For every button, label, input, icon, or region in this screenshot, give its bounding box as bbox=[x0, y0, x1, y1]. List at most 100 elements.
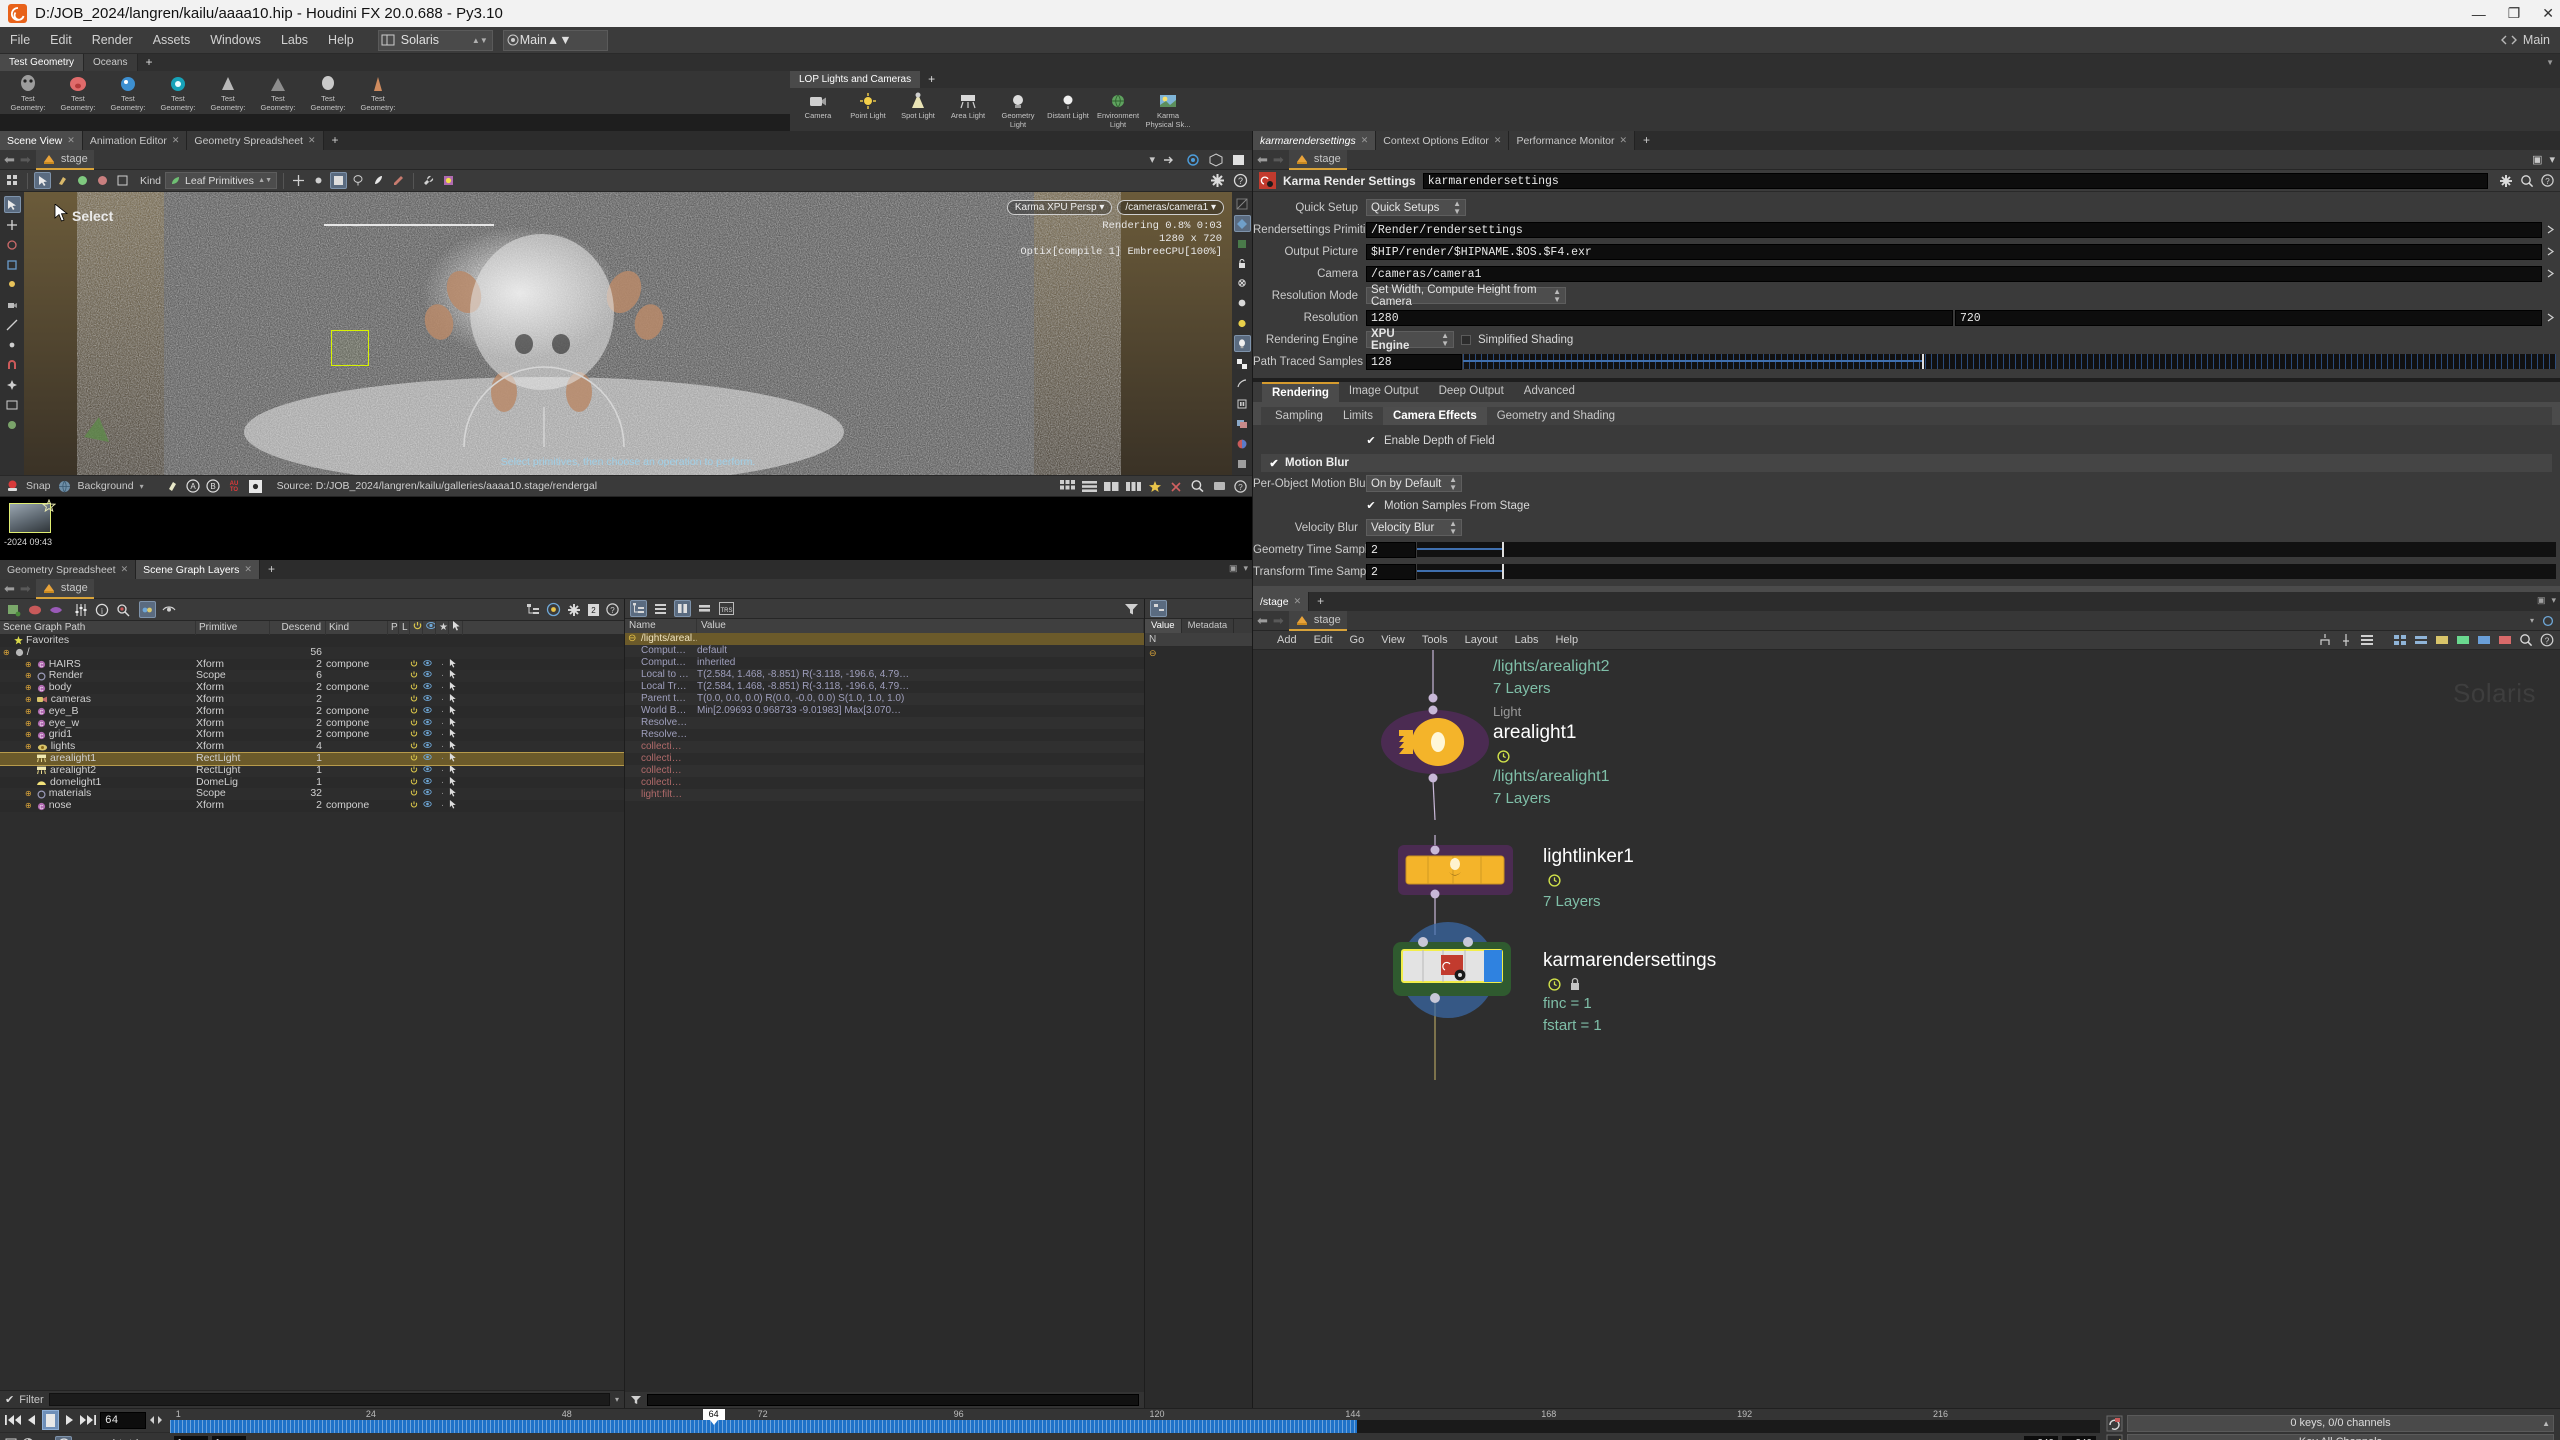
parameter-dropdown[interactable]: Quick Setups ▲ ▼ bbox=[1366, 199, 1466, 216]
props-filter-icon[interactable] bbox=[1124, 602, 1139, 616]
row-select-icon[interactable] bbox=[449, 658, 463, 671]
scene-view-add-tab-button[interactable]: + bbox=[324, 131, 347, 150]
timeline-playhead[interactable]: 64 bbox=[702, 1409, 725, 1425]
scene-graph-filter-input[interactable] bbox=[48, 1393, 610, 1406]
select-mode-icon[interactable] bbox=[34, 172, 51, 189]
tab-geometry-spreadsheet[interactable]: Geometry Spreadsheet ✕ bbox=[187, 131, 324, 150]
range-end-a-input[interactable]: 240 bbox=[2024, 1435, 2058, 1440]
jump-start-icon[interactable] bbox=[4, 1413, 22, 1427]
desktop-selector[interactable]: Main ▲▼ bbox=[502, 29, 608, 51]
net-list-icon[interactable] bbox=[2360, 633, 2374, 647]
pause-render-icon[interactable] bbox=[1234, 395, 1251, 412]
key-mode-dropdown[interactable]: Key All Channels ▲▼ bbox=[2127, 1433, 2554, 1440]
row-star-toggle[interactable]: · bbox=[436, 800, 449, 812]
row-select-icon[interactable] bbox=[449, 776, 463, 789]
meta-tab-value[interactable]: Value bbox=[1145, 619, 1182, 633]
gallery-gear-icon[interactable] bbox=[248, 479, 263, 494]
parameter-input[interactable]: /Render/rendersettings bbox=[1366, 221, 2542, 238]
render-gallery-icon[interactable] bbox=[1234, 415, 1251, 432]
shelf-tool-point-light[interactable]: Point Light bbox=[844, 90, 892, 121]
net-help-icon[interactable]: ? bbox=[2540, 633, 2554, 647]
sg-tree-layout-icon[interactable] bbox=[526, 603, 540, 617]
gallery-settings-icon[interactable] bbox=[1212, 479, 1227, 493]
table-row[interactable]: arealight2 RectLight 1 · bbox=[0, 765, 624, 777]
node-clock-icon-karma[interactable] bbox=[1548, 978, 1561, 991]
parm-help-icon[interactable]: ? bbox=[2541, 174, 2554, 187]
col-value[interactable]: Value bbox=[697, 619, 1144, 633]
props-columns-view-icon[interactable] bbox=[674, 600, 691, 617]
key-refresh-icon[interactable] bbox=[2106, 1415, 2123, 1432]
row-select-icon[interactable] bbox=[449, 788, 463, 800]
menu-help[interactable]: Help bbox=[318, 27, 364, 54]
transform-handle-icon[interactable] bbox=[290, 172, 307, 189]
sg-find-icon[interactable] bbox=[114, 601, 131, 618]
node-name-arealight1[interactable]: arealight1 bbox=[1493, 722, 1576, 744]
parm-pane-menu-icon[interactable]: ▾ bbox=[2549, 153, 2555, 166]
brush-tool-icon[interactable] bbox=[370, 172, 387, 189]
row-visibility-toggle[interactable] bbox=[423, 753, 436, 765]
expand-icon[interactable]: ⊕ bbox=[25, 788, 32, 800]
gallery-compact-icon[interactable] bbox=[1104, 480, 1119, 493]
properties-rows[interactable]: ⊖/lights/areal… Comput… default Comput… inhe… bbox=[625, 633, 1144, 1392]
menu-assets[interactable]: Assets bbox=[143, 27, 201, 54]
parameters-node-name-input[interactable]: karmarendersettings bbox=[1422, 172, 2488, 189]
net-menu-view[interactable]: View bbox=[1373, 631, 1413, 650]
snap-icon[interactable] bbox=[5, 479, 20, 494]
parameter-chevron-icon[interactable] bbox=[2545, 223, 2556, 236]
list-item[interactable]: collecti… bbox=[625, 777, 1144, 789]
row-power-toggle[interactable] bbox=[410, 694, 423, 706]
range-start-input[interactable]: 1 bbox=[174, 1435, 208, 1440]
background-label[interactable]: Background bbox=[78, 480, 134, 492]
shelf-tool-distant-light[interactable]: Distant Light bbox=[1044, 90, 1092, 121]
viewport[interactable]: Select Karma XPU Persp ▾ /cameras/camera… bbox=[0, 192, 1252, 475]
menu-file[interactable]: File bbox=[0, 27, 40, 54]
shelf-tool-rubbertoy[interactable]: Test Geometry: bbox=[4, 73, 52, 112]
table-row[interactable]: ⊕ lights Xform 4 · bbox=[0, 741, 624, 753]
table-row[interactable]: ⊕ Cnose Xform 2 compone · bbox=[0, 800, 624, 812]
expand-icon[interactable]: ⊕ bbox=[25, 800, 32, 812]
network-editor[interactable]: Add Edit Go View Tools Layout Labs Help bbox=[1253, 631, 2560, 1408]
parameter-dropdown[interactable]: Set Width, Compute Height from Camera ▲ ▼ bbox=[1366, 284, 1566, 308]
table-row[interactable]: ⊕ Cgrid1 Xform 2 compone · bbox=[0, 729, 624, 742]
move-tool-icon[interactable] bbox=[4, 216, 21, 233]
shelf-tool-geometry-light[interactable]: Geometry Light bbox=[994, 90, 1042, 129]
parm-stage-breadcrumb[interactable]: stage bbox=[1288, 149, 1347, 170]
forward-arrow-icon[interactable]: ➡ bbox=[20, 152, 31, 168]
row-power-toggle[interactable] bbox=[410, 777, 423, 789]
row-select-icon[interactable] bbox=[449, 682, 463, 694]
row-visibility-toggle[interactable] bbox=[423, 659, 436, 671]
row-visibility-toggle[interactable] bbox=[423, 729, 436, 741]
row-select-icon[interactable] bbox=[449, 753, 463, 765]
col-pointer-icon[interactable] bbox=[449, 620, 463, 635]
parm-forward-arrow-icon[interactable]: ➡ bbox=[1273, 152, 1284, 168]
context-selector[interactable]: Solaris ▲▼ bbox=[377, 29, 493, 51]
close-icon-5[interactable]: ✕ bbox=[244, 564, 252, 575]
net-nav-icon[interactable] bbox=[2541, 615, 2555, 627]
row-star-toggle[interactable]: · bbox=[436, 659, 449, 671]
shelf-tool-environment-light[interactable]: Environment Light bbox=[1094, 90, 1142, 129]
parm-search-icon[interactable] bbox=[2520, 174, 2534, 188]
sg-help-icon[interactable]: ? bbox=[606, 603, 619, 616]
table-row[interactable]: ⊕ Ceye_B Xform 2 compone · bbox=[0, 705, 624, 718]
mb-input[interactable]: 2 bbox=[1366, 563, 1416, 580]
col-kind[interactable]: Kind bbox=[326, 620, 388, 635]
gallery-help-icon[interactable]: ? bbox=[1234, 479, 1247, 493]
row-power-toggle[interactable] bbox=[410, 729, 423, 741]
row-select-icon[interactable] bbox=[449, 670, 463, 682]
net-menu-go[interactable]: Go bbox=[1342, 631, 1373, 650]
meta-tree-icon[interactable] bbox=[1150, 600, 1167, 617]
row-select-icon[interactable] bbox=[449, 717, 463, 730]
tab-context-options-editor[interactable]: Context Options Editor ✕ bbox=[1376, 131, 1510, 150]
row-star-toggle[interactable]: · bbox=[436, 765, 449, 777]
psubtab-camera-effects[interactable]: Camera Effects bbox=[1382, 407, 1487, 425]
pane-menu-icon[interactable]: ▾ bbox=[1243, 563, 1248, 574]
sg-visibility-icon[interactable] bbox=[160, 601, 177, 618]
filter-check-icon[interactable]: ✔ bbox=[5, 1393, 14, 1406]
snapshot-icon[interactable] bbox=[1162, 153, 1178, 167]
viewport-filter-icon[interactable] bbox=[1234, 455, 1251, 472]
col-descend[interactable]: Descend bbox=[270, 620, 326, 635]
secure-selection-icon[interactable] bbox=[310, 172, 327, 189]
table-row[interactable]: domelight1 DomeLig 1 · bbox=[0, 776, 624, 789]
mb-dropdown[interactable]: On by Default ▲ ▼ bbox=[1366, 475, 1462, 492]
row-power-toggle[interactable] bbox=[410, 718, 423, 730]
